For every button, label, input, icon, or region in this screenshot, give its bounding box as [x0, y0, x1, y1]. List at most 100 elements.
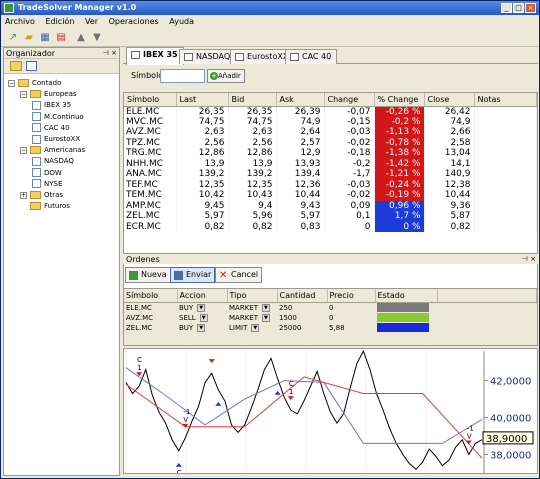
- signal-arrow: [175, 462, 182, 467]
- new-list-icon[interactable]: [26, 61, 37, 71]
- col-order-qty[interactable]: Cantidad: [277, 289, 328, 303]
- quote-row[interactable]: TPZ.MC 2,56 2,56 2,57 -0,02 -0,78 % 2,58: [124, 137, 537, 148]
- quote-cell: 2,58: [424, 137, 475, 148]
- col-notes[interactable]: Notas: [474, 93, 537, 107]
- tab-cac40[interactable]: CAC 40: [285, 49, 338, 64]
- quote-cell: 74,9: [276, 116, 325, 127]
- close-button[interactable]: ×: [525, 3, 536, 13]
- tree-node[interactable]: − Europeas: [20, 89, 77, 99]
- signal-arrow: [215, 401, 222, 406]
- menu-bar: Archivo Edición Ver Operaciones Ayuda: [1, 15, 539, 29]
- list-icon: [32, 168, 41, 178]
- quote-row[interactable]: ECR.MC 0,82 0,82 0,83 0 0 % 0,82: [124, 221, 537, 232]
- tree-node-label: Otras: [44, 191, 64, 199]
- quote-cell: 13,9: [176, 158, 229, 169]
- tree-node[interactable]: − Americanas: [20, 145, 85, 155]
- orders-grid[interactable]: Símbolo Accion Tipo Cantidad Precio Esta…: [123, 288, 538, 346]
- send-order-button[interactable]: Enviar: [170, 267, 216, 283]
- title-bar[interactable]: TradeSolver Manager v1.0 _ □ ×: [1, 1, 539, 15]
- menu-operaciones[interactable]: Operaciones: [105, 15, 163, 29]
- col-bid[interactable]: Bid: [228, 93, 277, 107]
- quote-row[interactable]: NHH.MC 13,9 13,9 13,93 -0,2 -1,42 % 14,1: [124, 158, 537, 169]
- new-order-button[interactable]: Nueva: [125, 267, 171, 283]
- new-folder-icon[interactable]: [10, 61, 22, 71]
- quote-row[interactable]: TRG.MC 12,86 12,86 12,9 -0,18 -1,38 % 13,04: [124, 148, 537, 159]
- col-symbol[interactable]: Símbolo: [124, 93, 177, 107]
- grid-icon[interactable]: ▦: [39, 32, 51, 44]
- chart-icon[interactable]: ▤: [55, 32, 67, 44]
- add-symbol-button[interactable]: + Añadir: [207, 69, 245, 83]
- dropdown-icon[interactable]: ▼: [251, 323, 260, 332]
- col-ask[interactable]: Ask: [276, 93, 325, 107]
- folder-icon: [30, 202, 41, 211]
- menu-edicion[interactable]: Edición: [41, 15, 78, 29]
- tab-ibex35[interactable]: IBEX 35: [126, 47, 184, 65]
- dropdown-icon[interactable]: ▼: [261, 303, 270, 312]
- order-row[interactable]: AVZ.MC SELL ▼ MARKET ▼ 1500 0: [124, 313, 537, 323]
- signal-label: 1: [137, 364, 141, 372]
- tree-node[interactable]: CAC 40: [32, 123, 70, 133]
- quote-row[interactable]: TEF.MC 12,35 12,35 12,36 -0,03 -0,24 % 12,38: [124, 179, 537, 190]
- tab-nasdaq[interactable]: NASDAQ: [179, 49, 237, 64]
- collapse-icon[interactable]: −: [8, 79, 15, 87]
- dropdown-icon[interactable]: ▼: [261, 313, 270, 322]
- arrow-down-icon[interactable]: ▼: [91, 32, 103, 44]
- tree-node[interactable]: DOW: [32, 168, 62, 178]
- col-order-type[interactable]: Tipo: [227, 289, 278, 303]
- quote-row[interactable]: ZEL.MC 5,97 5,96 5,97 0,1 1,7 % 5,87: [124, 211, 537, 222]
- tree-node[interactable]: IBEX 35: [32, 100, 71, 110]
- price-chart[interactable]: C1C1-1VC1-1V42,000040,000038,000038,9000: [123, 348, 538, 474]
- dropdown-icon[interactable]: ▼: [197, 323, 206, 332]
- symbol-input[interactable]: [160, 69, 205, 83]
- order-qty: 25000: [279, 323, 302, 332]
- col-order-status[interactable]: Estado: [375, 289, 438, 303]
- tree-node[interactable]: + Otras: [20, 190, 63, 200]
- menu-ayuda[interactable]: Ayuda: [165, 15, 198, 29]
- col-close[interactable]: Close: [424, 93, 475, 107]
- quote-row[interactable]: TEM.MC 10,42 10,43 10,44 -0,02 -0,19 % 10,44: [124, 190, 537, 201]
- organizer-header-icons[interactable]: ⊣ ×: [103, 48, 117, 59]
- quote-row[interactable]: MVC.MC 74,75 74,75 74,9 -0,15 -0,2 % 74,9: [124, 116, 537, 127]
- tree-node[interactable]: NASDAQ: [32, 156, 74, 166]
- list-icon: [32, 112, 41, 122]
- order-row[interactable]: ZEL.MC BUY ▼ LIMIT ▼ 25000 5,88: [124, 323, 537, 333]
- tree-node[interactable]: EurostoXX: [32, 134, 80, 144]
- order-symbol: ZEL.MC: [126, 323, 153, 332]
- quote-row[interactable]: ELE.MC 26,35 26,35 26,39 -0,07 -0,26 % 26,42: [124, 106, 537, 117]
- col-change[interactable]: Change: [324, 93, 375, 107]
- quote-cell: -0,07: [324, 106, 375, 117]
- tree-node[interactable]: NYSE: [32, 179, 62, 189]
- quote-cell: 2,63: [176, 127, 229, 138]
- chart-new-icon[interactable]: ↗: [7, 32, 19, 44]
- dropdown-icon[interactable]: ▼: [197, 303, 206, 312]
- quote-cell: TPZ.MC: [124, 137, 177, 148]
- quote-row[interactable]: ANA.MC 139,2 139,2 139,4 -1,7 -1,21 % 140,9: [124, 169, 537, 180]
- col-order-symbol[interactable]: Símbolo: [124, 289, 178, 303]
- col-order-price[interactable]: Precio: [327, 289, 376, 303]
- menu-ver[interactable]: Ver: [81, 15, 102, 29]
- col-pct-change[interactable]: % Change: [374, 93, 425, 107]
- tree-node-label: CAC 40: [44, 123, 70, 132]
- tree-node[interactable]: Futuros: [20, 201, 70, 211]
- quote-cell: 139,2: [228, 169, 277, 180]
- arrow-up-icon[interactable]: ▲: [75, 32, 87, 44]
- quote-cell: -0,2: [324, 158, 375, 169]
- tree-node[interactable]: − Contado: [8, 78, 61, 88]
- order-row[interactable]: ELE.MC BUY ▼ MARKET ▼ 250 0: [124, 302, 537, 313]
- col-order-action[interactable]: Accion: [177, 289, 228, 303]
- collapse-icon[interactable]: −: [20, 146, 27, 154]
- dropdown-icon[interactable]: ▼: [199, 313, 208, 322]
- quote-row[interactable]: AVZ.MC 2,63 2,63 2,64 -0,03 -1,13 % 2,66: [124, 127, 537, 138]
- quote-cell: 140,9: [424, 169, 475, 180]
- cancel-icon: ✕: [219, 270, 228, 281]
- col-last[interactable]: Last: [176, 93, 229, 107]
- folder-open-icon[interactable]: ▰: [23, 32, 35, 44]
- quote-row[interactable]: AMP.MC 9,45 9,4 9,43 0,09 0,96 % 9,36: [124, 200, 537, 211]
- menu-archivo[interactable]: Archivo: [1, 15, 39, 29]
- maximize-button[interactable]: □: [513, 3, 524, 13]
- tree-node[interactable]: M.Continuo: [32, 112, 84, 122]
- collapse-icon[interactable]: −: [20, 90, 27, 98]
- minimize-button[interactable]: _: [501, 3, 512, 13]
- expand-icon[interactable]: +: [20, 191, 27, 199]
- cancel-order-button[interactable]: ✕ Cancel: [215, 267, 263, 283]
